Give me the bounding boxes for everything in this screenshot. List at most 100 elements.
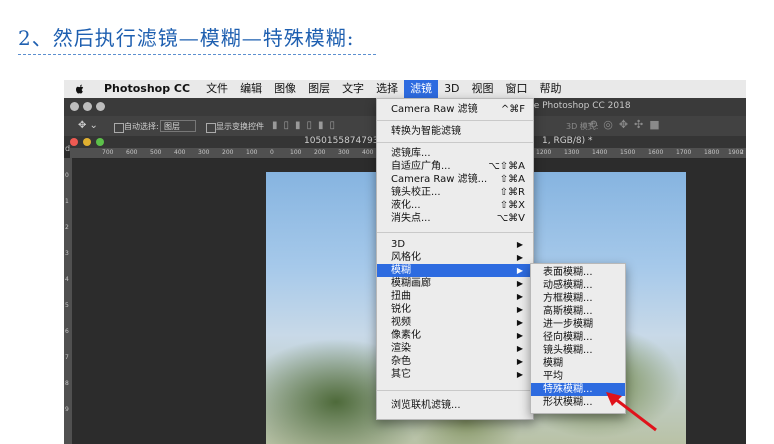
menu-item-camera-raw[interactable]: Camera Raw 滤镜... ⇧⌘A: [377, 173, 533, 186]
window-zoom-button[interactable]: [96, 102, 105, 111]
ruler-tick: 100: [290, 149, 302, 156]
menu-help[interactable]: 帮助: [534, 80, 568, 98]
auto-select-label: 自动选择:: [124, 122, 159, 131]
menu-item-blur[interactable]: 模糊 ▶: [377, 264, 533, 277]
menu-item-pixelate[interactable]: 像素化 ▶: [377, 329, 533, 342]
3d-mode-icons[interactable]: ⟲◎✥✣■: [588, 118, 666, 131]
align-icons[interactable]: ▮▯▮▯▮▯: [272, 120, 341, 131]
ruler-tick: 3: [65, 250, 69, 257]
menu-separator: [377, 232, 533, 233]
auto-select-dropdown[interactable]: 图层: [160, 120, 196, 132]
submenu-arrow-icon: ▶: [516, 305, 523, 314]
menu-window[interactable]: 窗口: [500, 80, 534, 98]
filter-menu: Camera Raw 滤镜 ^⌘F 转换为智能滤镜 滤镜库... 自适应广角..…: [376, 98, 534, 420]
ruler-tick: 0: [65, 172, 69, 179]
doc-zoom-button[interactable]: [96, 138, 104, 146]
submenu-arrow-icon: ▶: [516, 331, 523, 340]
submenu-arrow-icon: ▶: [516, 370, 523, 379]
submenu-item-radial-blur[interactable]: 径向模糊...: [531, 331, 625, 344]
menu-item-lens-correction[interactable]: 镜头校正... ⇧⌘R: [377, 186, 533, 199]
show-transform-checkbox[interactable]: [206, 123, 216, 133]
menu-layer[interactable]: 图层: [302, 80, 336, 98]
ruler-tick: 2: [65, 224, 69, 231]
window-close-button[interactable]: [70, 102, 79, 111]
heading-underline: [18, 54, 376, 55]
ruler-tick: 600: [126, 149, 138, 156]
menu-item-last-filter[interactable]: Camera Raw 滤镜 ^⌘F: [377, 103, 533, 116]
submenu-item-motion-blur[interactable]: 动感模糊...: [531, 279, 625, 292]
menu-file[interactable]: 文件: [200, 80, 234, 98]
ruler-tick: 500: [150, 149, 162, 156]
ruler-tick: 2: [740, 149, 744, 156]
submenu-arrow-icon: ▶: [516, 266, 523, 275]
submenu-item-average[interactable]: 平均: [531, 370, 625, 383]
doc-minimize-button[interactable]: [83, 138, 91, 146]
ruler-tick: 200: [314, 149, 326, 156]
ruler-tick: 200: [222, 149, 234, 156]
document-title-right: 1, RGB/8) *: [542, 136, 593, 146]
ruler-tick: 1800: [704, 149, 720, 156]
menu-item-liquify[interactable]: 液化... ⇧⌘X: [377, 199, 533, 212]
ruler-tick: 300: [338, 149, 350, 156]
ruler-tick: 6: [65, 328, 69, 335]
auto-select-checkbox[interactable]: [114, 123, 124, 133]
submenu-item-blur[interactable]: 模糊: [531, 357, 625, 370]
ruler-tick: 5: [65, 302, 69, 309]
menu-item-distort[interactable]: 扭曲 ▶: [377, 290, 533, 303]
menu-item-adaptive-wide-angle[interactable]: 自适应广角... ⌥⇧⌘A: [377, 160, 533, 173]
menu-type[interactable]: 文字: [336, 80, 370, 98]
submenu-item-gaussian-blur[interactable]: 高斯模糊...: [531, 305, 625, 318]
submenu-arrow-icon: ▶: [516, 240, 523, 249]
ruler-tick: 700: [102, 149, 114, 156]
menu-view[interactable]: 视图: [466, 80, 500, 98]
ruler-tick: 1: [65, 198, 69, 205]
menu-item-filter-gallery[interactable]: 滤镜库...: [377, 147, 533, 160]
ruler-tick: 4: [65, 276, 69, 283]
mac-menu-bar: Photoshop CC 文件 编辑 图像 图层 文字 选择 滤镜 3D 视图 …: [64, 80, 746, 98]
ruler-tick: 400: [174, 149, 186, 156]
document-title-left: 1050155874793: [304, 136, 379, 146]
menu-separator: [377, 120, 533, 121]
menu-separator: [377, 142, 533, 143]
move-tool-icon[interactable]: ✥ ⌄: [78, 120, 98, 131]
menu-item-video[interactable]: 视频 ▶: [377, 316, 533, 329]
page-heading: 2、然后执行滤镜—模糊—特殊模糊:: [18, 26, 355, 50]
ruler-tick: 100: [246, 149, 258, 156]
submenu-item-lens-blur[interactable]: 镜头模糊...: [531, 344, 625, 357]
submenu-item-surface-blur[interactable]: 表面模糊...: [531, 266, 625, 279]
apple-icon[interactable]: [74, 83, 86, 95]
ruler-tick: 300: [198, 149, 210, 156]
ruler-tick: 0: [270, 149, 274, 156]
menu-item-stylize[interactable]: 风格化 ▶: [377, 251, 533, 264]
menu-item-3d[interactable]: 3D ▶: [377, 238, 533, 251]
menu-filter[interactable]: 滤镜: [404, 80, 439, 98]
menu-item-other[interactable]: 其它 ▶: [377, 368, 533, 381]
submenu-item-box-blur[interactable]: 方框模糊...: [531, 292, 625, 305]
menu-item-sharpen[interactable]: 锐化 ▶: [377, 303, 533, 316]
menu-3d[interactable]: 3D: [438, 80, 465, 98]
menu-image[interactable]: 图像: [268, 80, 302, 98]
submenu-arrow-icon: ▶: [516, 357, 523, 366]
ruler-tick: 1500: [620, 149, 636, 156]
menu-item-render[interactable]: 渲染 ▶: [377, 342, 533, 355]
doc-close-button[interactable]: [70, 138, 78, 146]
ruler-tick: 1600: [648, 149, 664, 156]
ruler-tick: 9: [65, 406, 69, 413]
menu-select[interactable]: 选择: [370, 80, 404, 98]
ruler-tick: 1700: [676, 149, 692, 156]
menu-item-noise[interactable]: 杂色 ▶: [377, 355, 533, 368]
window-minimize-button[interactable]: [83, 102, 92, 111]
menu-separator: [377, 390, 533, 391]
menu-item-convert-smart-filter[interactable]: 转换为智能滤镜: [377, 125, 533, 138]
menu-item-vanishing-point[interactable]: 消失点... ⌥⌘V: [377, 212, 533, 225]
menu-item-blur-gallery[interactable]: 模糊画廊 ▶: [377, 277, 533, 290]
annotation-arrow-icon: [606, 392, 657, 432]
show-transform-label: 显示变换控件: [216, 122, 264, 131]
submenu-item-blur-more[interactable]: 进一步模糊: [531, 318, 625, 331]
menu-item-browse-online[interactable]: 浏览联机滤镜...: [377, 399, 533, 412]
submenu-arrow-icon: ▶: [516, 344, 523, 353]
submenu-arrow-icon: ▶: [516, 279, 523, 288]
ruler-tick: 1200: [536, 149, 552, 156]
menu-edit[interactable]: 编辑: [234, 80, 268, 98]
menu-app-name[interactable]: Photoshop CC: [98, 80, 200, 98]
